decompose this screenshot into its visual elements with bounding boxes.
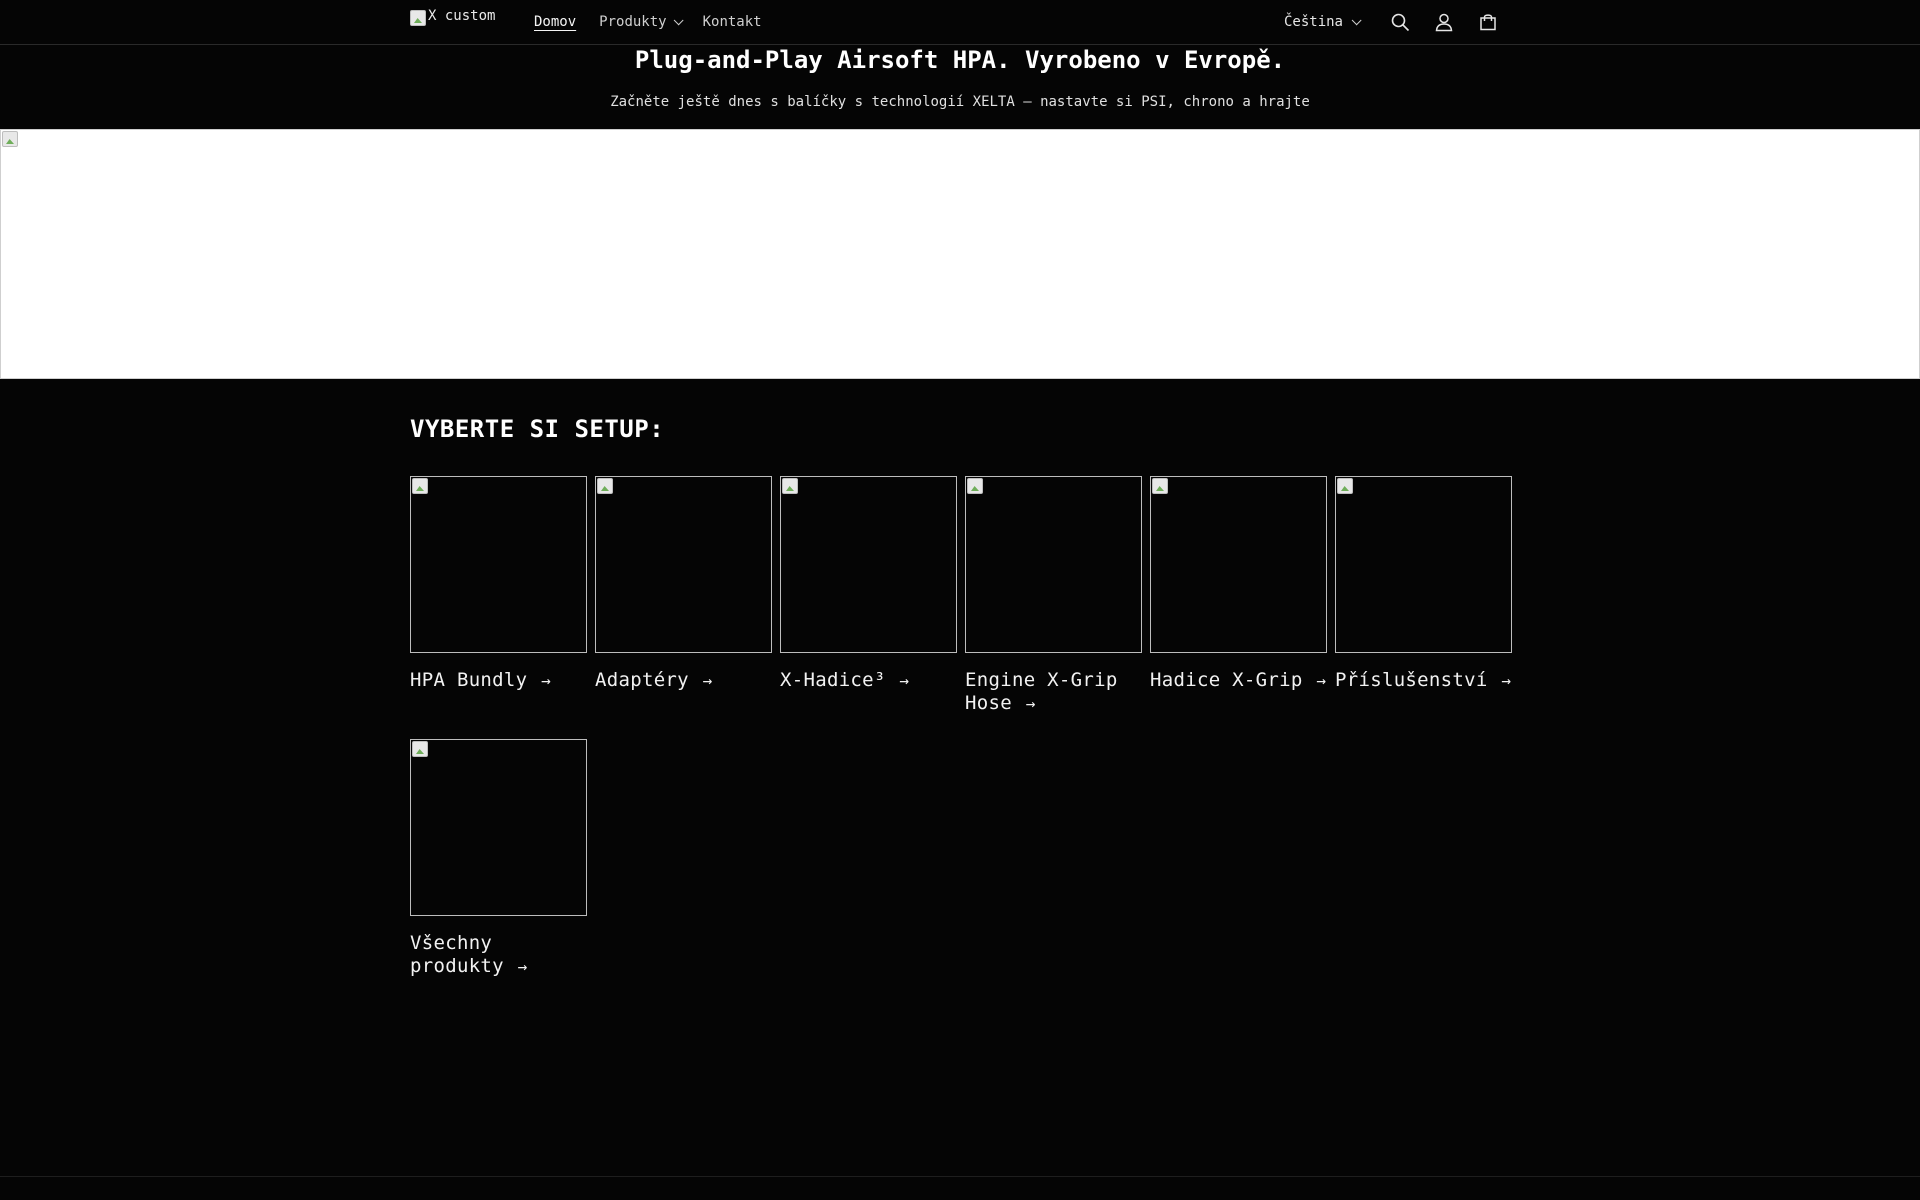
arrow-right-icon: → [541,671,552,690]
nav-item-label: Domov [534,14,577,30]
broken-image-icon [1337,478,1353,494]
collection-label: HPA Bundly [410,669,528,691]
main-nav: Domov Produkty Kontakt [534,0,762,44]
collection-title[interactable]: Adaptéry → [595,669,772,692]
collections-grid: HPA Bundly → Adaptéry → X-Hadice³ → Engi… [410,476,1512,978]
collection-title[interactable]: Engine X-Grip Hose → [965,669,1142,715]
arrow-right-icon: → [517,957,528,976]
nav-item-produkty[interactable]: Produkty [599,14,684,30]
account-button[interactable] [1422,0,1466,44]
account-icon [1435,13,1453,32]
collection-title[interactable]: X-Hadice³ → [780,669,957,692]
collection-title[interactable]: Všechny produkty → [410,932,587,978]
broken-image-icon [412,741,428,757]
broken-image-icon [1152,478,1168,494]
collection-title[interactable]: Hadice X-Grip → [1150,669,1327,692]
collection-image[interactable] [410,476,587,653]
chevron-down-icon [673,14,684,25]
collection-label: Příslušenství [1335,669,1488,691]
collection-title[interactable]: HPA Bundly → [410,669,587,692]
collection-title[interactable]: Příslušenství → [1335,669,1512,692]
collection-image[interactable] [780,476,957,653]
collection-image[interactable] [410,739,587,916]
header-actions: Čeština [1284,0,1510,44]
broken-image-icon [412,478,428,494]
cart-icon [1480,14,1496,31]
arrow-right-icon: → [1025,694,1036,713]
collection-label: Všechny produkty [410,932,504,977]
language-selector[interactable]: Čeština [1283,14,1362,30]
language-label: Čeština [1283,14,1343,30]
collection-card-adaptery[interactable]: Adaptéry → [595,476,772,715]
collections-title: VYBERTE SI SETUP: [410,415,665,443]
logo-alt-text: X custom [428,8,496,24]
search-button[interactable] [1378,0,1422,44]
collection-card-hpa-bundly[interactable]: HPA Bundly → [410,476,587,715]
chevron-down-icon [1351,14,1362,25]
nav-item-label: Kontakt [702,14,762,30]
collection-image[interactable] [1150,476,1327,653]
site-header: X custom Domov Produkty Kontakt Čeština [0,0,1920,45]
nav-item-label: Produkty [599,14,667,30]
collection-card-vsechny-produkty[interactable]: Všechny produkty → [410,739,587,978]
collection-card-engine-x-grip-hose[interactable]: Engine X-Grip Hose → [965,476,1142,715]
nav-item-domov[interactable]: Domov [534,14,576,30]
collection-image[interactable] [1335,476,1512,653]
search-icon [1391,13,1410,32]
logo-image-icon [410,10,426,26]
collection-label: Adaptéry [595,669,689,691]
broken-image-icon [597,478,613,494]
arrow-right-icon: → [1501,671,1512,690]
arrow-right-icon: → [899,671,910,690]
hero-banner-image [0,129,1920,379]
broken-image-icon [967,478,983,494]
collection-label: Engine X-Grip Hose [965,669,1118,714]
footer-divider [0,1176,1920,1177]
broken-image-icon [782,478,798,494]
collection-card-hadice-x-grip[interactable]: Hadice X-Grip → [1150,476,1327,715]
broken-image-icon [2,131,18,147]
collection-label: X-Hadice³ [780,669,886,691]
hero-subtitle: Začněte ještě dnes s balíčky s technolog… [610,94,1310,110]
collection-image[interactable] [965,476,1142,653]
collection-label: Hadice X-Grip [1150,669,1303,691]
collection-card-prislusenstvi[interactable]: Příslušenství → [1335,476,1512,715]
nav-item-kontakt[interactable]: Kontakt [703,14,762,30]
logo[interactable]: X custom [410,8,520,32]
arrow-right-icon: → [1316,671,1327,690]
collection-card-x-hadice[interactable]: X-Hadice³ → [780,476,957,715]
cart-button[interactable] [1466,0,1510,44]
collection-image[interactable] [595,476,772,653]
hero-title: Plug-and-Play Airsoft HPA. Vyrobeno v Ev… [634,46,1286,74]
arrow-right-icon: → [702,671,713,690]
